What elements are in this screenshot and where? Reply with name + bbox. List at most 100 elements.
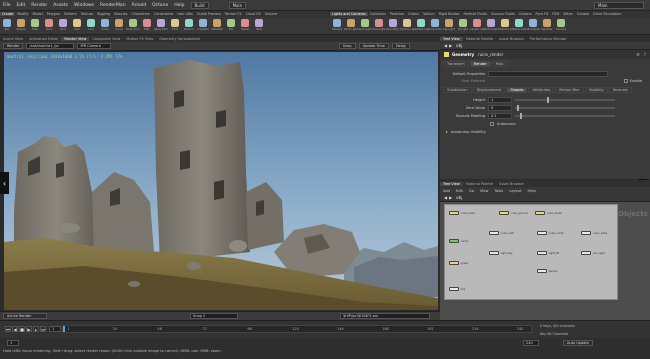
- shelf-tab[interactable]: Vellum: [421, 12, 436, 16]
- shelf-tab[interactable]: Pyro FX: [533, 12, 550, 16]
- tab-scene-view[interactable]: Scene View: [0, 37, 26, 41]
- shelf-tool[interactable]: Volume Light: [400, 17, 414, 35]
- network-node[interactable]: [537, 251, 547, 255]
- gear-icon[interactable]: ⚙: [636, 52, 640, 57]
- param-slider-knob[interactable]: [520, 113, 522, 119]
- forward-arrow-icon[interactable]: ▶: [449, 43, 452, 48]
- network-node[interactable]: [489, 251, 499, 255]
- param-slider[interactable]: [515, 97, 615, 103]
- network-menu-item[interactable]: Add: [440, 189, 453, 193]
- network-menu-item[interactable]: View: [477, 189, 492, 193]
- shelf-tab[interactable]: Particle Fluids: [462, 12, 490, 16]
- network-box[interactable]: ruins_main ruins_ground ruins_tower ruins_w…: [444, 204, 618, 300]
- shelf-tab[interactable]: Rigid Bodies: [437, 12, 462, 16]
- shelf-tab[interactable]: Hair Utils: [175, 12, 195, 16]
- shelf-tab[interactable]: Particles: [388, 12, 406, 16]
- range-start-field[interactable]: 1: [7, 340, 19, 346]
- tab-material-palette[interactable]: Material Palette: [463, 37, 496, 41]
- range-end-field[interactable]: 240: [523, 340, 539, 346]
- param-slider[interactable]: [515, 105, 615, 111]
- param-subtab-normals[interactable]: Normals: [608, 87, 632, 93]
- param-value-field[interactable]: 0: [488, 105, 512, 111]
- shelf-tool[interactable]: Draw Curve: [126, 17, 140, 35]
- help-icon[interactable]: ?: [644, 52, 646, 57]
- shelf-tool[interactable]: Stereo Camera: [512, 17, 526, 35]
- tab-tree-view[interactable]: Tree View: [440, 36, 463, 41]
- param-subtab-shapes[interactable]: Shapes: [506, 87, 528, 93]
- network-menu-item[interactable]: Layout: [506, 189, 524, 193]
- image-path-field[interactable]: $HIP/ipr/$OS$F4.exr: [340, 313, 430, 319]
- step-back-icon[interactable]: ◀: [12, 326, 18, 332]
- menu-item[interactable]: Windows: [71, 3, 97, 8]
- shelf-tool[interactable]: Area Light: [372, 17, 386, 35]
- shelf-tab[interactable]: Characters: [129, 12, 152, 16]
- play-icon[interactable]: ▶: [26, 326, 32, 332]
- shelf-tool[interactable]: Distant Light: [414, 17, 428, 35]
- menu-item[interactable]: Octane: [149, 3, 171, 8]
- network-menu-item[interactable]: Go: [466, 189, 477, 193]
- stop-icon[interactable]: ■: [19, 326, 25, 332]
- shelf-tool[interactable]: Metaball: [210, 17, 224, 35]
- shelf-tab[interactable]: Volume: [263, 12, 280, 16]
- network-forward-icon[interactable]: ▶: [449, 195, 452, 200]
- shelf-tab[interactable]: Texture: [79, 12, 95, 16]
- menu-item[interactable]: Edit: [14, 3, 29, 8]
- param-slider[interactable]: [515, 113, 615, 119]
- shelf-tool[interactable]: Grid: [56, 17, 70, 35]
- autobump-checkbox[interactable]: [490, 122, 494, 126]
- shelf-tool[interactable]: Null: [70, 17, 84, 35]
- menu-item[interactable]: Render: [28, 3, 50, 8]
- tab-material-palette[interactable]: Material Palette: [463, 182, 496, 186]
- shelf-tool[interactable]: L-System: [196, 17, 210, 35]
- key-all-channels[interactable]: Key All Channels: [540, 330, 640, 337]
- menu-item[interactable]: Arnold: [129, 3, 150, 8]
- shelf-tab[interactable]: Constraints: [152, 12, 175, 16]
- node-name[interactable]: ruins_render: [478, 52, 503, 57]
- param-subtab-attributes[interactable]: Attributes: [528, 87, 555, 93]
- shelf-tab[interactable]: FEM: [550, 12, 561, 16]
- render-mode-select[interactable]: Active Render: [3, 313, 47, 319]
- shelf-tool[interactable]: Circle: [98, 17, 112, 35]
- shelf-tab[interactable]: Modify: [15, 12, 30, 16]
- network-node[interactable]: [449, 261, 459, 265]
- shelf-tool[interactable]: Spiral: [238, 17, 252, 35]
- shelf-tool[interactable]: Spot Light: [358, 17, 372, 35]
- shelf-tab[interactable]: Viscous Fluids: [489, 12, 517, 16]
- shelf-tool[interactable]: Environment Light: [428, 17, 442, 35]
- shelf-tool[interactable]: Camera: [554, 17, 568, 35]
- shelf-tool[interactable]: Line: [84, 17, 98, 35]
- menu-item[interactable]: Help: [171, 3, 187, 8]
- param-subtab-motion-blur[interactable]: Motion Blur: [555, 87, 584, 93]
- tab-asset-browser[interactable]: Asset Browser: [496, 37, 527, 41]
- camera-field[interactable]: IPR Camera: [77, 43, 112, 49]
- shelf-tab[interactable]: Create: [0, 12, 16, 16]
- shelf-tool[interactable]: Torus: [42, 17, 56, 35]
- shelf-tool[interactable]: Sphere: [14, 17, 28, 35]
- tab-tree-view[interactable]: Tree View: [440, 181, 463, 186]
- shelf-tool[interactable]: Helix: [252, 17, 266, 35]
- previous-arrow-icon[interactable]: ‹: [0, 172, 9, 194]
- timeline-ruler[interactable]: 1 24 48 72 96 120 144 168 192 216 240: [62, 325, 532, 333]
- network-menu-item[interactable]: Edit: [453, 189, 466, 193]
- shelf-tool[interactable]: Box: [0, 17, 14, 35]
- network-path[interactable]: obj: [456, 195, 462, 200]
- shelf-tool[interactable]: Font: [168, 17, 182, 35]
- shelf-tool[interactable]: Point Light: [344, 17, 358, 35]
- shelf-tool[interactable]: Geometry Light: [386, 17, 400, 35]
- tab-geometry-spreadsheet[interactable]: Geometry Spreadsheet: [156, 37, 203, 41]
- network-back-icon[interactable]: ◀: [444, 195, 447, 200]
- shelf-tab[interactable]: Oceans: [517, 12, 534, 16]
- shelf-tool[interactable]: Tube: [28, 17, 42, 35]
- shelf-tool[interactable]: Caustic Light: [470, 17, 484, 35]
- tab-asset-browser[interactable]: Asset Browser: [496, 182, 527, 186]
- shelf-tab[interactable]: Terrain FX: [223, 12, 244, 16]
- render-button[interactable]: Render: [3, 43, 24, 49]
- param-tab-transform[interactable]: Transform: [443, 61, 469, 67]
- jump-end-icon[interactable]: ⏭: [40, 326, 46, 332]
- shelf-tab[interactable]: Rigging: [95, 12, 112, 16]
- tab-performance-monitor[interactable]: Performance Monitor: [527, 37, 570, 41]
- menu-item[interactable]: File: [0, 3, 14, 8]
- build-desktop-button[interactable]: Build: [190, 1, 209, 9]
- snapshot-button[interactable]: Snap: [338, 43, 356, 49]
- right-desktop-select[interactable]: Main: [594, 1, 644, 9]
